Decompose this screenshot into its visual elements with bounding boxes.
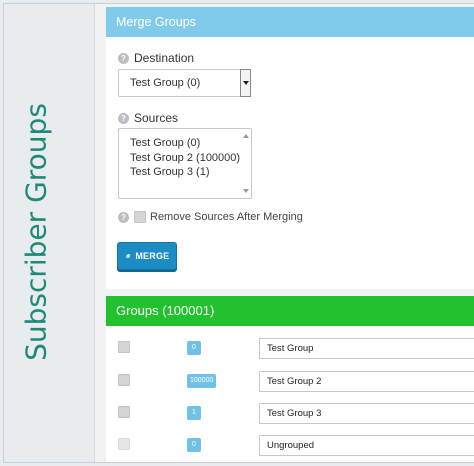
scroll-down-icon[interactable]	[243, 189, 249, 193]
sources-option[interactable]: Test Group (0)	[130, 136, 251, 151]
help-circle-icon[interactable]: ?	[118, 52, 129, 64]
merge-button[interactable]: ⚭ MERGE	[117, 242, 177, 270]
table-row: 100000 Test Group 2	[106, 371, 474, 395]
remove-sources-label: Remove Sources After Merging	[150, 211, 303, 223]
subscriber-count-badge: 0	[187, 438, 201, 452]
group-name-input[interactable]: Test Group 3	[259, 403, 474, 424]
table-row: 0 Test Group	[106, 338, 474, 362]
merge-button-label: MERGE	[135, 251, 170, 261]
groups-panel: Groups (100001) 0 Test Group 100000 Test…	[106, 296, 474, 462]
remove-sources-row: ? Remove Sources After Merging	[118, 211, 303, 223]
scroll-up-icon[interactable]	[243, 134, 249, 138]
destination-select-value: Test Group (0)	[130, 77, 201, 89]
group-select-checkbox[interactable]	[118, 341, 130, 353]
merge-groups-header: Merge Groups	[106, 7, 474, 37]
group-select-checkbox[interactable]	[118, 374, 130, 386]
destination-label-row: ? Destination	[118, 51, 194, 65]
sources-option[interactable]: Test Group 2 (100000)	[130, 151, 251, 166]
sources-listbox[interactable]: Test Group (0) Test Group 2 (100000) Tes…	[118, 128, 252, 199]
destination-select[interactable]: Test Group (0)	[118, 69, 251, 97]
help-circle-icon[interactable]: ?	[118, 112, 129, 124]
sources-option[interactable]: Test Group 3 (1)	[130, 165, 251, 180]
table-row: 1 Test Group 3	[106, 403, 474, 427]
destination-label: Destination	[134, 51, 195, 65]
group-name-input[interactable]: Test Group 2	[259, 371, 474, 392]
merge-groups-panel: Merge Groups ? Destination Test Group (0…	[106, 7, 474, 289]
group-select-checkbox[interactable]	[118, 406, 130, 418]
subscriber-count-badge: 1	[187, 406, 201, 420]
subscriber-count-badge: 100000	[187, 374, 217, 388]
sidebar-title: Subscriber Groups	[19, 103, 53, 361]
table-row: 0 Ungrouped	[106, 435, 474, 459]
help-circle-icon[interactable]: ?	[118, 211, 129, 223]
group-select-checkbox	[118, 438, 130, 450]
chevron-down-icon[interactable]	[240, 69, 251, 97]
remove-sources-checkbox[interactable]	[134, 211, 146, 223]
group-name-input[interactable]: Ungrouped	[259, 435, 474, 456]
group-name-input[interactable]: Test Group	[259, 338, 474, 359]
sources-label-row: ? Sources	[118, 111, 178, 125]
subscriber-count-badge: 0	[187, 341, 201, 355]
groups-header: Groups (100001)	[106, 296, 474, 326]
sources-label: Sources	[134, 111, 179, 125]
link-icon: ⚭	[121, 249, 135, 262]
